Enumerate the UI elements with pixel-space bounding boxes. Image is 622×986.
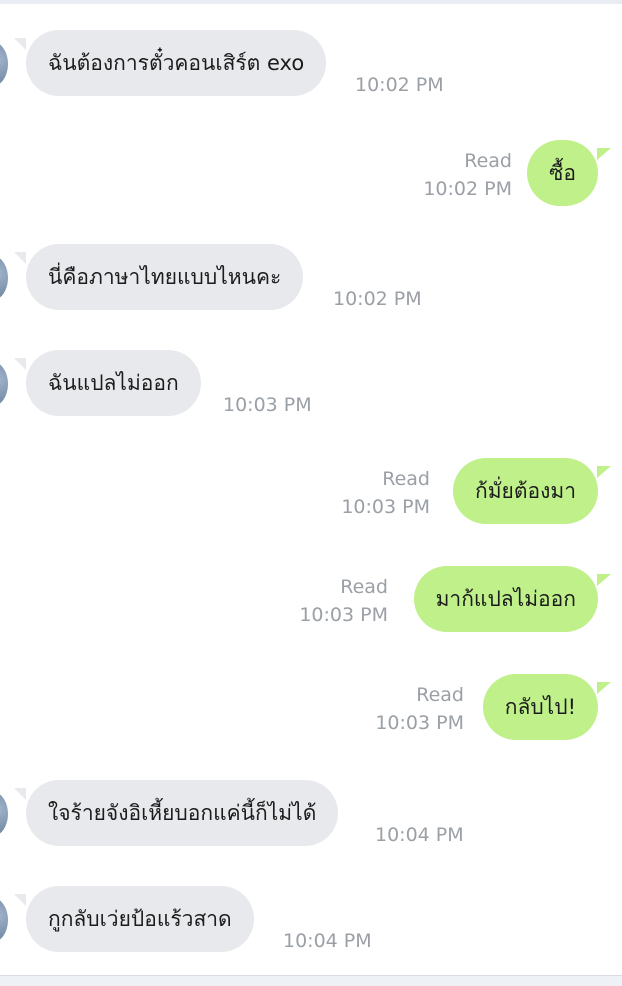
message-bubble[interactable]: กลับไป! [482, 674, 598, 740]
bubble-tail [14, 252, 26, 264]
bubble-tail [597, 148, 611, 160]
composer-bar-edge [0, 975, 622, 986]
message-bubble[interactable]: ฉันต้องการตั๋วคอนเสิร์ต exo [26, 30, 327, 96]
message-bubble[interactable]: มาก้แปลไม่ออก [413, 566, 598, 632]
read-receipt: Read [382, 468, 430, 490]
read-receipt: Read [416, 684, 464, 706]
bubble-tail [597, 574, 611, 586]
message-bubble[interactable]: นี่คือภาษาไทยแบบไหนคะ [26, 244, 304, 310]
read-receipt: Read [340, 576, 388, 598]
message-timestamp: 10:03 PM [223, 394, 312, 416]
message-bubble[interactable]: ก้มั่ยต้องมา [452, 458, 598, 524]
avatar[interactable] [0, 792, 8, 836]
message-bubble[interactable]: ใจร้ายจังอิเหี้ยบอกแค่นี้ก็ไม่ได้ [26, 780, 339, 846]
message-timestamp: 10:02 PM [333, 288, 422, 310]
message-timestamp: 10:03 PM [299, 604, 388, 626]
avatar[interactable] [0, 256, 8, 300]
avatar[interactable] [0, 362, 8, 406]
message-timestamp: 10:03 PM [375, 712, 464, 734]
message-timestamp: 10:04 PM [283, 930, 372, 952]
bubble-tail [14, 788, 26, 800]
bubble-tail [14, 358, 26, 370]
bubble-tail [597, 682, 611, 694]
message-timestamp: 10:04 PM [375, 824, 464, 846]
message-bubble[interactable]: กูกลับเว่ยป้อแร้วสาด [26, 886, 254, 952]
message-timestamp: 10:02 PM [355, 74, 444, 96]
bubble-tail [14, 894, 26, 906]
message-timestamp: 10:03 PM [341, 496, 430, 518]
read-receipt: Read [464, 150, 512, 172]
bubble-tail [597, 466, 611, 478]
message-bubble[interactable]: ฉันแปลไม่ออก [26, 350, 201, 416]
avatar[interactable] [0, 898, 8, 942]
message-bubble[interactable]: ซื้อ [527, 140, 598, 206]
chat-window: ฉันต้องการตั๋วคอนเสิร์ต exo 10:02 PM ซื้… [0, 0, 622, 986]
message-timestamp: 10:02 PM [423, 178, 512, 200]
bubble-tail [14, 38, 26, 50]
avatar[interactable] [0, 42, 8, 86]
